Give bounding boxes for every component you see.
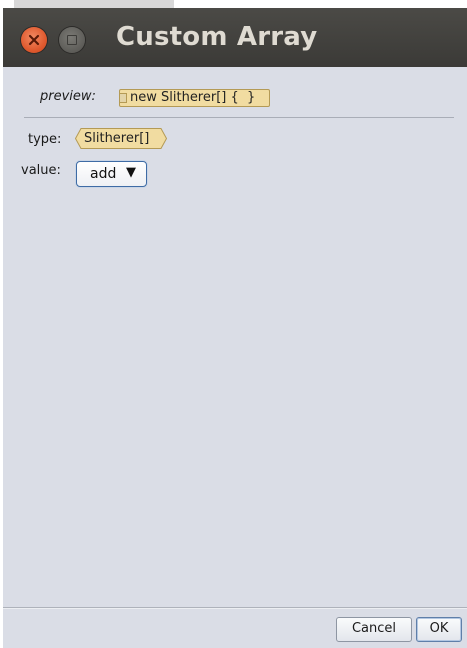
value-label: value: xyxy=(21,163,61,178)
preview-code: new Slitherer[] { } xyxy=(130,90,256,105)
window-title: Custom Array xyxy=(116,22,318,52)
background-strip xyxy=(14,0,174,8)
block-connector-icon xyxy=(119,93,127,103)
cancel-button[interactable]: Cancel xyxy=(336,617,412,642)
custom-array-dialog: Custom Array preview: new Slitherer[] { … xyxy=(3,8,467,648)
preview-code-block: new Slitherer[] { } xyxy=(119,89,270,107)
type-label: type: xyxy=(28,132,62,147)
ok-button[interactable]: OK xyxy=(416,617,462,642)
maximize-button[interactable] xyxy=(59,27,85,53)
dropdown-arrow-icon: ▼ xyxy=(126,165,136,180)
add-label: add xyxy=(90,166,117,182)
type-value: Slitherer[] xyxy=(84,131,150,146)
close-button[interactable] xyxy=(21,27,47,53)
add-dropdown-button[interactable]: add ▼ xyxy=(76,161,147,187)
close-icon xyxy=(28,34,40,46)
title-bar[interactable]: Custom Array xyxy=(3,8,467,67)
type-chip[interactable]: Slitherer[] xyxy=(75,128,167,149)
footer-divider-highlight xyxy=(3,608,467,609)
divider xyxy=(24,117,454,118)
maximize-icon xyxy=(67,35,77,45)
preview-label: preview: xyxy=(40,89,96,104)
